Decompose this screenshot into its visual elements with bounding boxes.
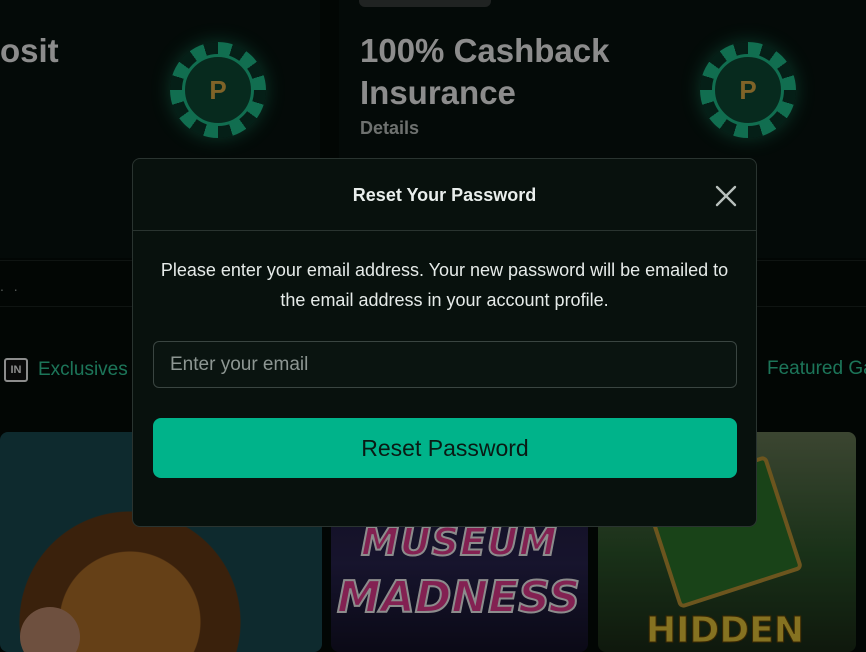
email-input[interactable] [153, 341, 737, 388]
reset-password-button[interactable]: Reset Password [153, 418, 737, 478]
close-icon [715, 185, 737, 207]
close-button[interactable] [713, 183, 739, 209]
reset-password-modal: Reset Your Password Please enter your em… [132, 158, 757, 527]
modal-message: Please enter your email address. Your ne… [160, 260, 729, 310]
modal-title: Reset Your Password [352, 185, 537, 205]
modal-header: Reset Your Password [133, 159, 756, 231]
